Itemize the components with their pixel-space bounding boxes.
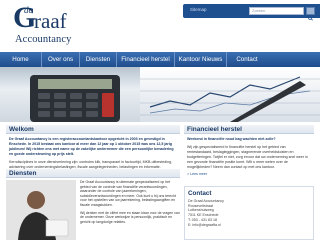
financieel-body: Wij zijn gespecialiseerd in financiële h… (187, 144, 308, 169)
financieel-question-text: Weekend in financiële nood bag wachten n… (187, 137, 276, 141)
welkom-body: Kerndisciplines in onze dienstverlening … (9, 159, 172, 169)
person-image (6, 180, 76, 240)
nav-item-contact[interactable]: Contact (227, 52, 267, 67)
diensten-text: De Graaf Accountancy is uitermate gespec… (80, 180, 180, 224)
search-icon (307, 15, 313, 21)
financieel-title: Financieel herstel (184, 125, 314, 134)
sitemap-link[interactable]: Sitemap (190, 7, 207, 12)
welkom-title: Welkom (6, 125, 180, 134)
logo[interactable]: G de raaf Accountancy (10, 3, 82, 49)
site-wrapper: G de raaf Accountancy Sitemap Zoeken Hom… (0, 0, 320, 240)
calculator-papers-image (30, 67, 320, 122)
hero-banner (0, 67, 320, 122)
header: G de raaf Accountancy Sitemap Zoeken (0, 0, 320, 52)
nav-item-home[interactable]: Home (0, 52, 42, 67)
nav-item-over-ons[interactable]: Over ons (42, 52, 80, 67)
nav-item-diensten[interactable]: Diensten (80, 52, 117, 67)
page: G de raaf Accountancy Sitemap Zoeken Hom… (0, 0, 320, 240)
financieel-section: Financieel herstel Weekend in financiële… (184, 125, 314, 176)
contact-box: Contact De Graaf Accountancy Rooseveltst… (184, 186, 314, 240)
diensten-title: Diensten (6, 169, 180, 178)
main-navigation: Home Over ons Diensten Financieel herste… (0, 52, 320, 67)
financieel-read-more-link[interactable]: > Lees meer (184, 172, 314, 176)
nav-item-kantoor-nieuws[interactable]: Kantoor Nieuws (175, 52, 227, 67)
welkom-section: Welkom De Graaf Accountancy is een regis… (6, 125, 180, 169)
search-input[interactable]: Zoeken (249, 7, 304, 15)
logo-accountancy: Accountancy (15, 34, 72, 45)
nav-item-financieel-herstel[interactable]: Financieel herstel (117, 52, 175, 67)
diensten-paragraph-1: De Graaf Accountancy is uitermate gespec… (80, 180, 176, 207)
diensten-paragraph-2: Wij denken met de cliënt mee en staan kl… (80, 210, 180, 224)
logo-de: de (24, 5, 33, 15)
financieel-question: Weekend in financiële nood bag wachten n… (184, 134, 314, 142)
contact-email[interactable]: E: info@degraaffa.nl (185, 223, 313, 228)
welkom-intro: De Graaf Accountancy is een registeracco… (6, 134, 180, 157)
logo-raaf: raaf (34, 9, 67, 33)
contact-title: Contact (188, 190, 212, 197)
search-button[interactable] (306, 7, 315, 21)
consultant-photo (6, 180, 76, 240)
welkom-intro-text: De Graaf Accountancy is een registeracco… (9, 137, 174, 156)
top-utility-bar: Sitemap Zoeken (183, 4, 320, 21)
diensten-section: Diensten (6, 169, 180, 178)
